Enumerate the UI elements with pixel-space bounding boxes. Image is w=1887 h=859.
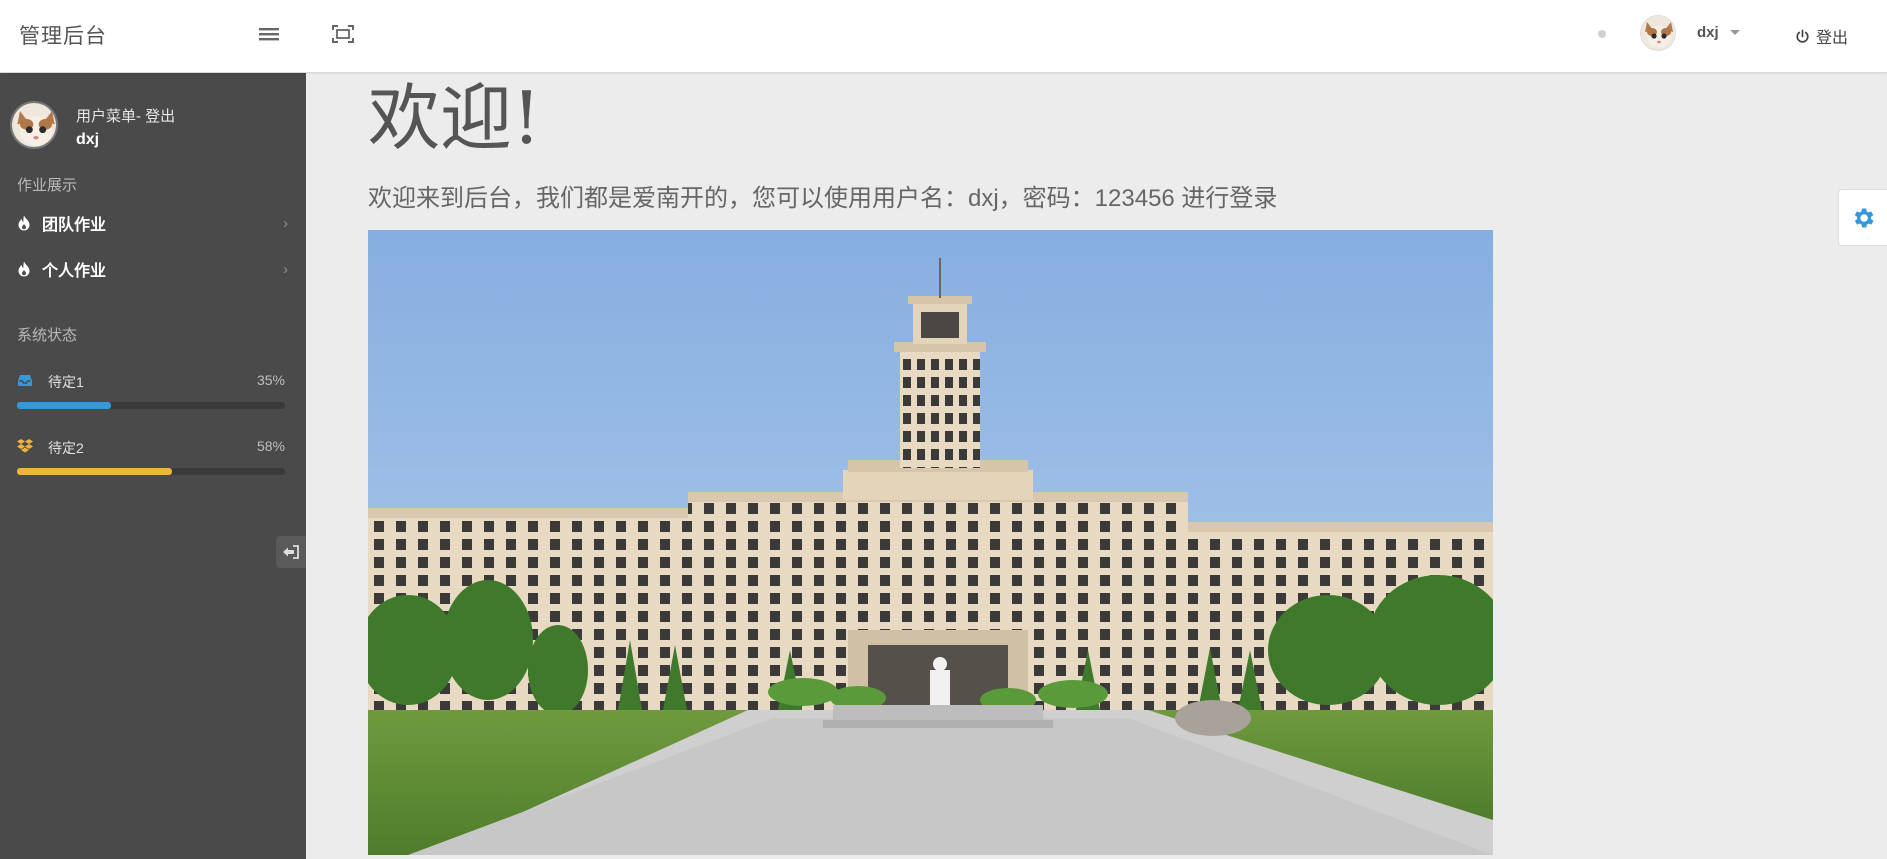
sidebar-avatar (10, 101, 58, 149)
page-title: 欢迎! (368, 76, 541, 160)
sidebar-item-label: 个人作业 (42, 263, 107, 280)
chevron-down-icon[interactable] (1730, 30, 1740, 35)
status-percent: 35% (256, 372, 285, 388)
progress-bar (17, 468, 173, 475)
welcome-message: 欢迎来到后台，我们都是爱南开的，您可以使用用户名：dxj，密码：123456 进… (368, 185, 1278, 212)
notification-dot-icon[interactable] (1598, 30, 1606, 38)
campus-photo (368, 230, 1493, 855)
chevron-right-icon: › (283, 215, 288, 232)
top-navbar: 管理后台 dxj 登出 (0, 0, 1887, 73)
menu-toggle-icon[interactable] (256, 22, 282, 46)
sign-out-icon (283, 545, 299, 559)
power-icon (1796, 29, 1809, 43)
avatar[interactable] (1640, 15, 1676, 51)
progress-track (17, 468, 285, 475)
sidebar-collapse-button[interactable] (276, 536, 306, 568)
sidebar-item-label: 团队作业 (42, 217, 107, 234)
user-name[interactable]: dxj (1697, 24, 1719, 41)
progress-track (17, 402, 285, 409)
sidebar-item-team-homework[interactable]: 团队作业 › (0, 203, 306, 243)
sidebar-username: dxj (76, 131, 100, 148)
fire-icon (18, 261, 30, 277)
logout-button[interactable]: 登出 (1795, 24, 1848, 48)
chevron-right-icon: › (283, 261, 288, 278)
fullscreen-icon[interactable] (330, 22, 356, 46)
status-label: 待定1 (48, 374, 84, 390)
gear-icon (1854, 207, 1874, 228)
dropbox-icon (17, 439, 33, 453)
inbox-icon (18, 375, 32, 386)
sidebar-item-personal-homework[interactable]: 个人作业 › (0, 249, 306, 289)
status-percent: 58% (256, 438, 285, 454)
settings-button[interactable] (1838, 189, 1887, 246)
sidebar: 用户菜单- 登出 dxj 作业展示 团队作业 › 个人作业 › 系统状态 待定1… (0, 73, 306, 859)
section-heading-status: 系统状态 (17, 327, 78, 344)
user-menu-logout-link[interactable]: 用户菜单- 登出 (76, 105, 175, 126)
logout-label: 登出 (1816, 30, 1849, 47)
section-heading-homework: 作业展示 (17, 177, 78, 194)
fire-icon (18, 215, 30, 231)
status-label: 待定2 (48, 440, 84, 456)
brand-title[interactable]: 管理后台 (19, 20, 107, 50)
progress-bar (17, 402, 111, 409)
